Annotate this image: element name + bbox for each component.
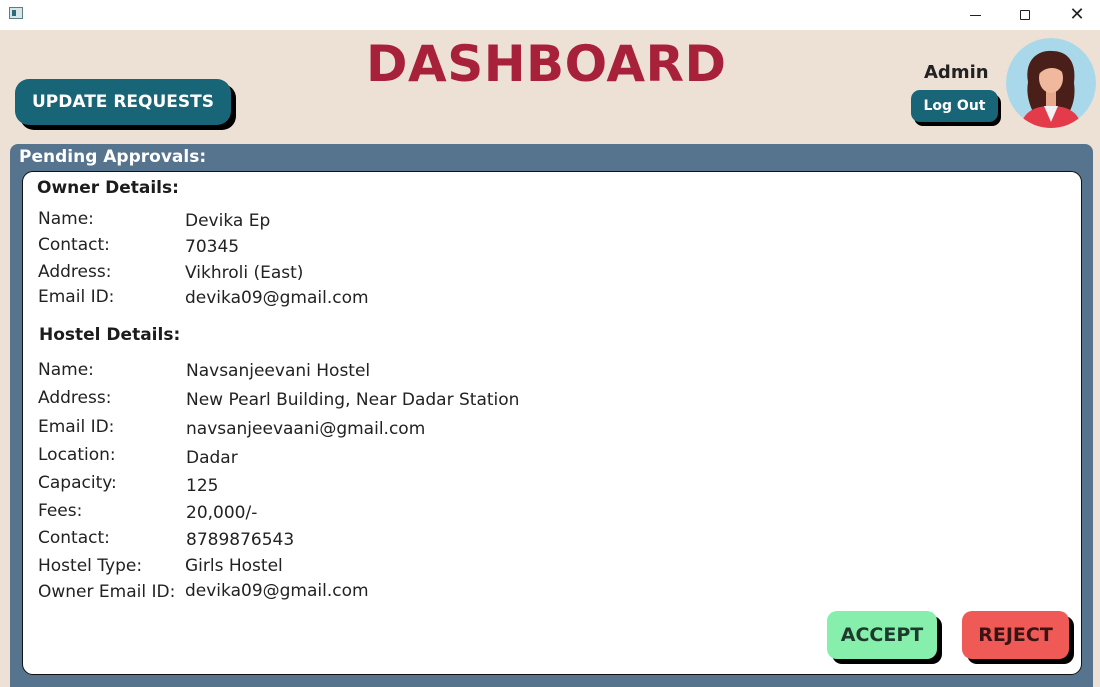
hostel-email-label: Email ID: [38, 417, 115, 437]
hostel-type-value: Girls Hostel [185, 556, 283, 576]
hostel-address-label: Address: [38, 388, 112, 408]
maximize-icon[interactable] [1002, 0, 1048, 30]
hostel-details-heading: Hostel Details: [39, 325, 181, 345]
hostel-capacity-value: 125 [186, 476, 219, 496]
hostel-name-label: Name: [38, 360, 94, 380]
logout-button[interactable]: Log Out [911, 90, 998, 122]
admin-label: Admin [924, 62, 989, 83]
owner-address-value: Vikhroli (East) [185, 263, 304, 283]
update-requests-button[interactable]: UPDATE REQUESTS [15, 79, 231, 125]
hostel-contact-label: Contact: [38, 528, 110, 548]
window-titlebar: ✕ [0, 0, 1100, 30]
accept-button[interactable]: ACCEPT [827, 611, 937, 659]
owner-address-label: Address: [38, 262, 112, 282]
reject-button[interactable]: REJECT [962, 611, 1069, 659]
hostel-fees-value: 20,000/- [186, 503, 258, 523]
hostel-contact-value: 8789876543 [186, 530, 295, 550]
owner-name-value: Devika Ep [185, 211, 271, 231]
minimize-icon[interactable] [952, 0, 998, 30]
hostel-type-label: Hostel Type: [38, 556, 143, 576]
owner-email-id-value: devika09@gmail.com [185, 581, 369, 601]
owner-email-id-label: Owner Email ID: [38, 582, 176, 602]
owner-details-heading: Owner Details: [37, 178, 179, 198]
owner-email-value: devika09@gmail.com [185, 288, 369, 308]
owner-email-label: Email ID: [38, 287, 115, 307]
panel-title: Pending Approvals: [19, 147, 207, 167]
owner-name-label: Name: [38, 209, 94, 229]
hostel-email-value: navsanjeevaani@gmail.com [186, 419, 426, 439]
hostel-location-value: Dadar [186, 448, 238, 468]
pending-approvals-panel: Pending Approvals: Owner Details: Name: … [10, 144, 1093, 687]
hostel-address-value: New Pearl Building, Near Dadar Station [186, 390, 520, 410]
app-icon [9, 7, 23, 19]
approval-card: Owner Details: Name: Devika Ep Contact: … [22, 171, 1082, 675]
hostel-name-value: Navsanjeevani Hostel [186, 361, 371, 381]
hostel-capacity-label: Capacity: [38, 473, 117, 493]
hostel-fees-label: Fees: [38, 501, 83, 521]
owner-contact-label: Contact: [38, 235, 110, 255]
page-title: DASHBOARD [366, 35, 727, 93]
close-icon[interactable]: ✕ [1054, 0, 1100, 30]
owner-contact-value: 70345 [185, 237, 240, 257]
avatar [1006, 38, 1096, 128]
hostel-location-label: Location: [38, 445, 116, 465]
